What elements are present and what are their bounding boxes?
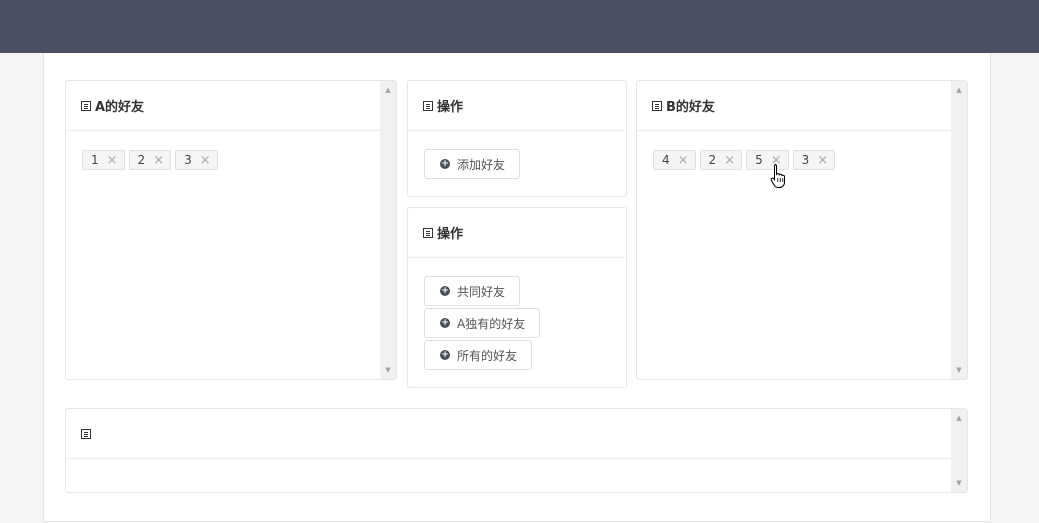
friend-tag[interactable]: 3 × xyxy=(175,150,218,170)
friend-tag[interactable]: 3 × xyxy=(792,150,836,170)
scroll-down-arrow-icon[interactable]: ▼ xyxy=(951,363,967,377)
result-header xyxy=(66,409,951,459)
friend-tag[interactable]: 2 × xyxy=(699,150,743,170)
list-icon xyxy=(652,100,662,111)
all-friends-button[interactable]: + 所有的好友 xyxy=(424,340,533,370)
plus-circle-icon: + xyxy=(440,286,450,296)
operations-header: 操作 xyxy=(408,81,626,131)
list-icon xyxy=(423,100,433,111)
a-friends-panel: A的好友 1 × 2 × 3 × ▲ ▼ xyxy=(65,80,397,380)
operations-panel-add: 操作 + 添加好友 xyxy=(407,80,627,197)
scroll-down-arrow-icon[interactable]: ▼ xyxy=(380,363,396,377)
b-friends-title: B的好友 xyxy=(666,100,715,115)
list-icon xyxy=(423,227,433,238)
list-icon xyxy=(81,100,91,111)
friend-tag[interactable]: 2 × xyxy=(128,150,172,170)
b-friends-tag-list: 4 × 2 × 5 × 3 × xyxy=(653,150,839,170)
plus-circle-icon: + xyxy=(440,318,450,328)
a-friends-tag-list: 1 × 2 × 3 × xyxy=(82,150,222,170)
scroll-up-arrow-icon[interactable]: ▲ xyxy=(951,83,967,97)
a-exclusive-friends-button[interactable]: + A独有的好友 xyxy=(424,308,541,338)
a-friends-header: A的好友 xyxy=(66,81,380,131)
operations-header: 操作 xyxy=(408,208,626,258)
close-icon[interactable]: × xyxy=(107,154,118,167)
operations-panel-query: 操作 + 共同好友 + A独有的好友 + 所有的好友 xyxy=(407,207,627,388)
operations-title: 操作 xyxy=(437,227,464,242)
close-icon[interactable]: × xyxy=(678,154,689,167)
add-friend-button[interactable]: + 添加好友 xyxy=(424,149,521,179)
operations-title: 操作 xyxy=(437,100,464,115)
close-icon[interactable]: × xyxy=(724,154,735,167)
friend-tag[interactable]: 4 × xyxy=(653,150,696,170)
top-navbar xyxy=(0,0,1039,53)
close-icon[interactable]: × xyxy=(817,154,828,167)
a-panel-scrollbar[interactable]: ▲ ▼ xyxy=(380,81,396,379)
friend-tag[interactable]: 1 × xyxy=(82,150,125,170)
list-icon xyxy=(81,428,91,439)
hand-pointer-cursor-icon xyxy=(770,164,785,188)
b-panel-scrollbar[interactable]: ▲ ▼ xyxy=(951,81,967,379)
b-friends-panel: B的好友 4 × 2 × 5 × 3 × ▲ ▼ xyxy=(636,80,968,380)
a-friends-title: A的好友 xyxy=(95,100,145,115)
scroll-up-arrow-icon[interactable]: ▲ xyxy=(380,83,396,97)
main-content: A的好友 1 × 2 × 3 × ▲ ▼ 操作 + 添加好友 操作 + 共同好友… xyxy=(43,53,991,522)
plus-circle-icon: + xyxy=(440,350,450,360)
close-icon[interactable]: × xyxy=(200,154,211,167)
plus-circle-icon: + xyxy=(440,159,450,169)
result-panel-scrollbar[interactable]: ▲ ▼ xyxy=(951,409,967,492)
close-icon[interactable]: × xyxy=(153,154,164,167)
result-panel: ▲ ▼ xyxy=(65,408,968,493)
common-friends-button[interactable]: + 共同好友 xyxy=(424,276,521,306)
scroll-up-arrow-icon[interactable]: ▲ xyxy=(951,411,967,425)
scroll-down-arrow-icon[interactable]: ▼ xyxy=(951,476,967,490)
b-friends-header: B的好友 xyxy=(637,81,951,131)
